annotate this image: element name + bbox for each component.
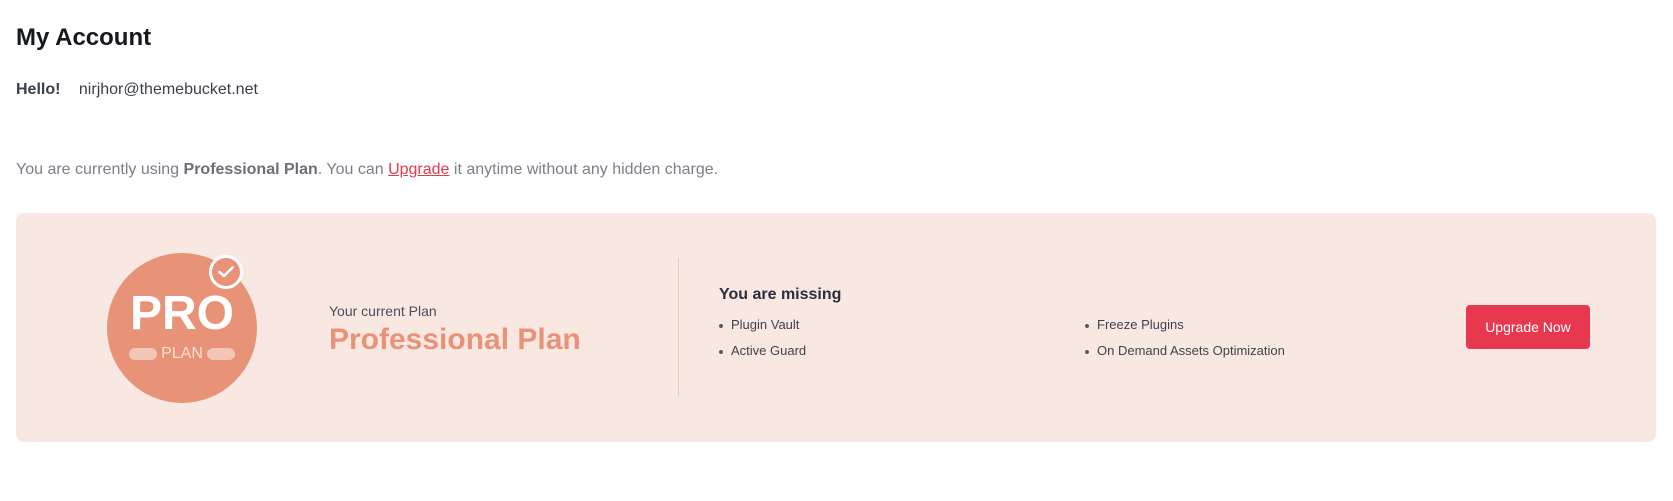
- plan-note: You are currently using Professional Pla…: [16, 159, 718, 181]
- list-item: Plugin Vault: [719, 317, 799, 333]
- list-item: Active Guard: [719, 343, 806, 359]
- plan-note-plan-name: Professional Plan: [183, 161, 318, 178]
- plan-note-suffix: it anytime without any hidden charge.: [449, 161, 719, 178]
- pro-plan-badge: PRO PLAN: [107, 253, 257, 403]
- page-title: My Account: [16, 24, 152, 51]
- current-plan-label: Your current Plan: [329, 303, 437, 319]
- pro-badge-title: PRO: [129, 287, 234, 340]
- upgrade-link[interactable]: Upgrade: [388, 161, 449, 178]
- plan-note-middle: . You can: [317, 161, 389, 178]
- list-item: On Demand Assets Optimization: [1085, 343, 1285, 359]
- greeting-hello: Hello!: [16, 81, 61, 98]
- card-divider: [678, 258, 679, 396]
- greeting: Hello! nirjhor@themebucket.net: [16, 79, 258, 101]
- pro-badge-plan-strip: PLAN: [129, 345, 235, 362]
- pro-badge-subtitle: PLAN: [161, 345, 203, 362]
- check-icon: [209, 255, 243, 289]
- upgrade-now-button[interactable]: Upgrade Now: [1466, 305, 1590, 349]
- missing-features-title: You are missing: [719, 286, 842, 303]
- current-plan: Your current Plan Professional Plan: [329, 302, 581, 358]
- missing-features: You are missing Plugin Vault Freeze Plug…: [719, 285, 1339, 369]
- plan-note-prefix: You are currently using: [16, 161, 184, 178]
- current-plan-name: Professional Plan: [329, 323, 581, 356]
- user-email: nirjhor@themebucket.net: [78, 81, 258, 98]
- list-item: Freeze Plugins: [1085, 317, 1184, 333]
- plan-card: PRO PLAN Your current Plan Professional …: [16, 213, 1656, 442]
- missing-features-list: Plugin Vault Freeze Plugins Active Guard…: [719, 317, 1339, 369]
